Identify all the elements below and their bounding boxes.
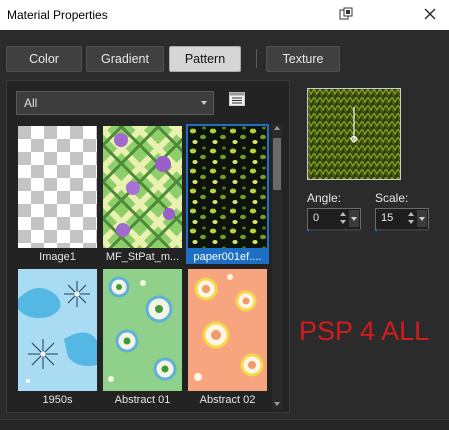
scroll-down-icon[interactable] — [274, 402, 280, 406]
bottom-bar — [0, 419, 449, 430]
pattern-thumbnail-1950s[interactable]: 1950s — [16, 267, 99, 407]
retro-1950s-thumbnail — [18, 269, 97, 391]
decrement-icon[interactable] — [408, 220, 414, 224]
tab-color[interactable]: Color — [6, 46, 82, 72]
angle-slider-fill — [307, 229, 309, 231]
tab-gradient[interactable]: Gradient — [86, 46, 164, 72]
pattern-label: Abstract 01 — [114, 394, 171, 406]
window-title: Material Properties — [7, 8, 108, 22]
scale-field[interactable]: 15 — [375, 208, 429, 230]
floral-plaid-thumbnail — [103, 126, 182, 248]
pattern-grid: Image1 MF_StPat_m... paper001ef.... 1950… — [16, 124, 272, 409]
pin-window-icon[interactable] — [339, 7, 353, 21]
green-circles-thumbnail — [103, 269, 182, 391]
increment-icon[interactable] — [408, 212, 414, 216]
pattern-thumbnail-image1[interactable]: Image1 — [16, 124, 99, 264]
pattern-grid-scrollbar[interactable] — [272, 124, 282, 409]
pattern-label: Image1 — [39, 251, 76, 263]
angle-label: Angle: — [307, 191, 342, 205]
scale-stepper[interactable] — [407, 210, 415, 227]
chevron-down-icon[interactable] — [349, 210, 359, 227]
pattern-preview[interactable] — [307, 88, 401, 180]
scroll-thumb[interactable] — [273, 138, 281, 190]
category-dropdown[interactable]: All — [16, 91, 214, 115]
scroll-up-icon[interactable] — [274, 126, 280, 130]
tab-texture[interactable]: Texture — [266, 46, 340, 72]
pattern-thumbnail-abstract-01[interactable]: Abstract 01 — [101, 267, 184, 407]
angle-value: 0 — [313, 212, 320, 224]
pattern-thumbnail-mf-stpat[interactable]: MF_StPat_m... — [101, 124, 184, 264]
angle-slider[interactable] — [307, 229, 361, 231]
tab-separator — [256, 49, 257, 68]
pattern-thumbnail-abstract-02[interactable]: Abstract 02 — [186, 267, 269, 407]
checkerboard-thumbnail — [18, 126, 97, 248]
chevron-down-icon[interactable] — [417, 210, 427, 227]
category-dropdown-value: All — [24, 96, 38, 110]
pattern-thumbnail-paper001[interactable]: paper001ef.... — [186, 124, 269, 264]
leaves-thumbnail — [188, 126, 267, 248]
list-view-icon[interactable] — [229, 92, 245, 106]
watermark-text: PSP 4 ALL — [299, 316, 430, 346]
pattern-label: paper001ef.... — [193, 251, 262, 263]
tab-pattern[interactable]: Pattern — [169, 46, 241, 72]
angle-stepper[interactable] — [339, 210, 347, 227]
chevron-down-icon — [201, 101, 207, 105]
angle-field[interactable]: 0 — [307, 208, 361, 230]
scale-value: 15 — [381, 212, 394, 224]
close-icon[interactable] — [422, 6, 438, 22]
scale-slider-fill — [375, 229, 377, 231]
orange-rings-thumbnail — [188, 269, 267, 391]
pattern-label: 1950s — [42, 394, 73, 406]
decrement-icon[interactable] — [340, 220, 346, 224]
pattern-label: MF_StPat_m... — [105, 251, 180, 263]
scale-label: Scale: — [375, 191, 409, 205]
title-bar: Material Properties — [0, 0, 449, 30]
increment-icon[interactable] — [340, 212, 346, 216]
scale-slider[interactable] — [375, 229, 429, 231]
pattern-label: Abstract 02 — [199, 394, 256, 406]
